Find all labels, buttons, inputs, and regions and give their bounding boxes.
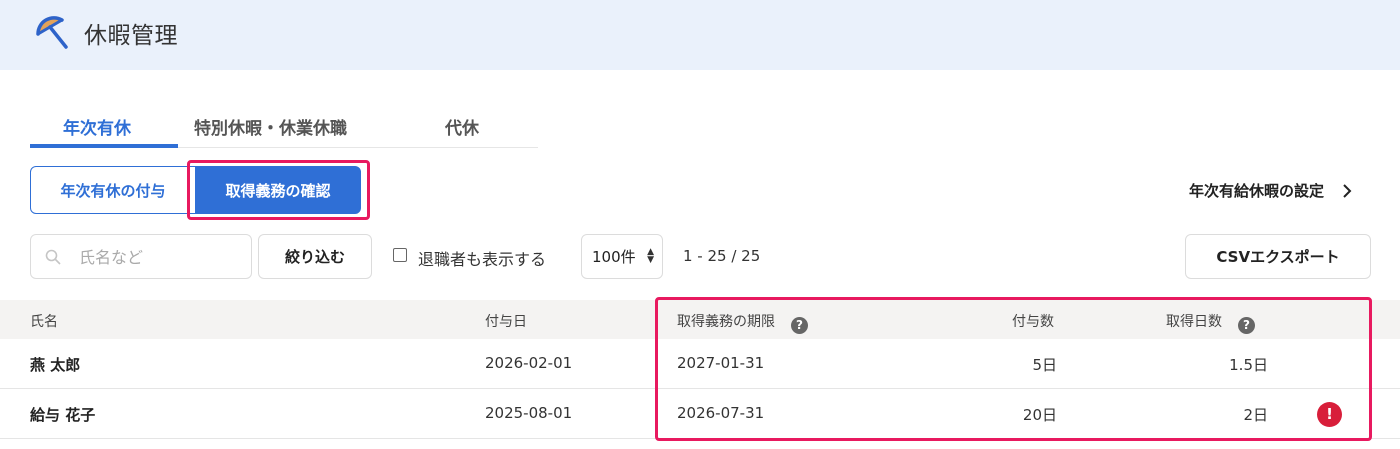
annual-leave-settings-link[interactable]: 年次有給休暇の設定 xyxy=(1189,180,1352,201)
show-retired-label[interactable]: 退職者も表示する xyxy=(418,246,546,270)
segment-grant-button[interactable]: 年次有休の付与 xyxy=(30,166,196,214)
tab-annual-leave[interactable]: 年次有休 xyxy=(63,114,131,139)
umbrella-icon xyxy=(36,16,68,49)
per-page-select[interactable]: 100件 ▲ ▼ xyxy=(581,234,663,279)
app-title: 休暇管理 xyxy=(84,23,178,49)
grant-date: 2025-08-01 xyxy=(485,404,573,422)
search-box xyxy=(30,234,252,279)
tab-special-leave[interactable]: 特別休暇・休業休職 xyxy=(194,114,347,139)
select-arrows-icon: ▲ ▼ xyxy=(647,247,654,265)
search-icon xyxy=(45,249,61,265)
employee-name: 給与 花子 xyxy=(30,406,96,424)
active-tab-indicator xyxy=(30,144,178,148)
column-header-grant-date: 付与日 xyxy=(485,314,527,330)
filter-button[interactable]: 絞り込む xyxy=(258,234,372,279)
search-input[interactable] xyxy=(79,245,244,269)
tab-bar: 年次有休 特別休暇・休業休職 代休 xyxy=(30,100,538,148)
csv-export-button[interactable]: CSVエクスポート xyxy=(1185,234,1371,279)
per-page-value: 100件 xyxy=(592,248,636,266)
highlight-frame-segment xyxy=(187,160,370,220)
app-header: 休暇管理 xyxy=(0,0,1400,70)
highlight-frame-table-columns xyxy=(655,297,1372,441)
chevron-right-icon xyxy=(1343,183,1352,198)
settings-link-label: 年次有給休暇の設定 xyxy=(1188,182,1324,200)
result-count: 1 - 25 / 25 xyxy=(683,247,761,265)
show-retired-checkbox[interactable] xyxy=(393,248,407,262)
column-header-name: 氏名 xyxy=(30,314,58,330)
tab-compensatory-leave[interactable]: 代休 xyxy=(445,114,479,139)
employee-name: 燕 太郎 xyxy=(30,356,81,374)
grant-date: 2026-02-01 xyxy=(485,354,573,372)
